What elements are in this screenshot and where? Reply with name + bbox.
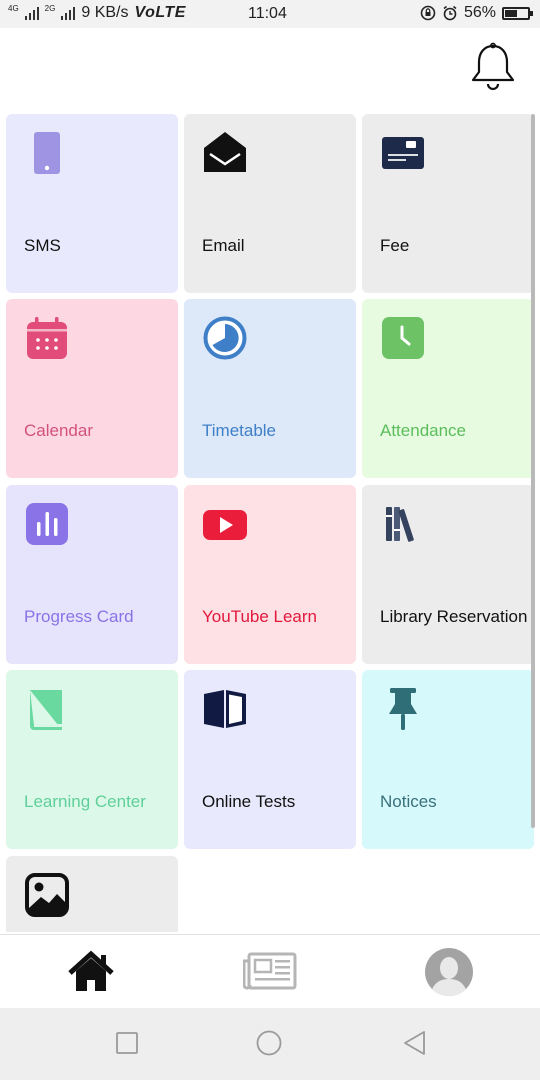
tile-youtube-learn[interactable]: YouTube Learn (184, 485, 356, 664)
tile-sms[interactable]: SMS (6, 114, 178, 293)
bell-icon[interactable] (470, 42, 516, 94)
tile-progress-card[interactable]: Progress Card (6, 485, 178, 664)
tile-label-online-tests: Online Tests (202, 792, 296, 811)
signal-icon-2 (61, 6, 76, 20)
status-left: 4G 2G 9 KB/s VoLTE (8, 4, 186, 22)
books-icon (386, 507, 414, 542)
tile-label-learning-center: Learning Center (24, 792, 146, 811)
net-tag-1: 4G (8, 3, 19, 13)
status-bar: 4G 2G 9 KB/s VoLTE 11:04 56% (0, 0, 540, 28)
tile-calendar[interactable]: Calendar (6, 299, 178, 478)
tile-label-notices: Notices (380, 792, 437, 811)
tile-online-tests[interactable]: Online Tests (184, 670, 356, 849)
credit-card-icon (382, 137, 424, 169)
home-icon[interactable] (66, 947, 116, 997)
tile-attendance[interactable]: Attendance (362, 299, 534, 478)
app-header (0, 28, 540, 108)
bar-chart-icon (26, 503, 68, 545)
system-navigation-bar (0, 1008, 540, 1080)
tile-label-progress-card: Progress Card (24, 607, 134, 626)
tile-label-fee: Fee (380, 236, 410, 255)
scrollbar[interactable] (531, 114, 535, 828)
signal-icon (24, 6, 39, 20)
menu-grid: SMS Email Fee Calendar Timetable Attenda… (6, 114, 534, 932)
tile-notices[interactable]: Notices (362, 670, 534, 849)
avatar-icon[interactable] (424, 947, 474, 997)
tile-label-library-reservation: Library Reservation (380, 607, 528, 626)
back-button[interactable] (402, 1030, 428, 1056)
clock-pie-icon (203, 316, 247, 360)
tile-label-email: Email (202, 236, 245, 255)
tile-label-timetable: Timetable (202, 421, 277, 440)
phone-icon (34, 132, 60, 174)
newspaper-icon[interactable] (243, 947, 299, 997)
bottom-navigation (0, 934, 540, 1008)
status-right: 56% (420, 4, 533, 22)
image-icon (25, 873, 69, 917)
tile-timetable[interactable]: Timetable (184, 299, 356, 478)
battery-icon (502, 6, 533, 20)
tile-label-youtube-learn: YouTube Learn (202, 607, 318, 626)
tile-label-attendance: Attendance (380, 421, 467, 440)
status-time: 11:04 (248, 5, 287, 22)
calendar-icon (27, 317, 67, 359)
youtube-icon (203, 510, 247, 540)
recent-apps-button[interactable] (114, 1030, 140, 1056)
tile-email[interactable]: Email (184, 114, 356, 293)
tile-fee[interactable]: Fee (362, 114, 534, 293)
battery-percent: 56% (463, 4, 496, 21)
pushpin-icon (389, 688, 417, 730)
lock-rotation-icon (420, 5, 436, 21)
book-icon (30, 690, 62, 730)
tile-label-calendar: Calendar (24, 421, 93, 440)
tile-library-reservation[interactable]: Library Reservation (362, 485, 534, 664)
tile-gallery[interactable] (6, 856, 178, 932)
network-speed: 9 KB/s (81, 4, 129, 21)
net-tag-2: 2G (44, 3, 56, 13)
tile-learning-center[interactable]: Learning Center (6, 670, 178, 849)
home-button[interactable] (256, 1030, 282, 1056)
alarm-icon (443, 5, 457, 21)
tile-label-sms: SMS (24, 236, 61, 255)
clock-square-icon (382, 317, 424, 359)
envelope-open-icon (204, 132, 246, 172)
book-open-icon (204, 690, 246, 728)
network-mode: VoLTE (134, 4, 186, 21)
